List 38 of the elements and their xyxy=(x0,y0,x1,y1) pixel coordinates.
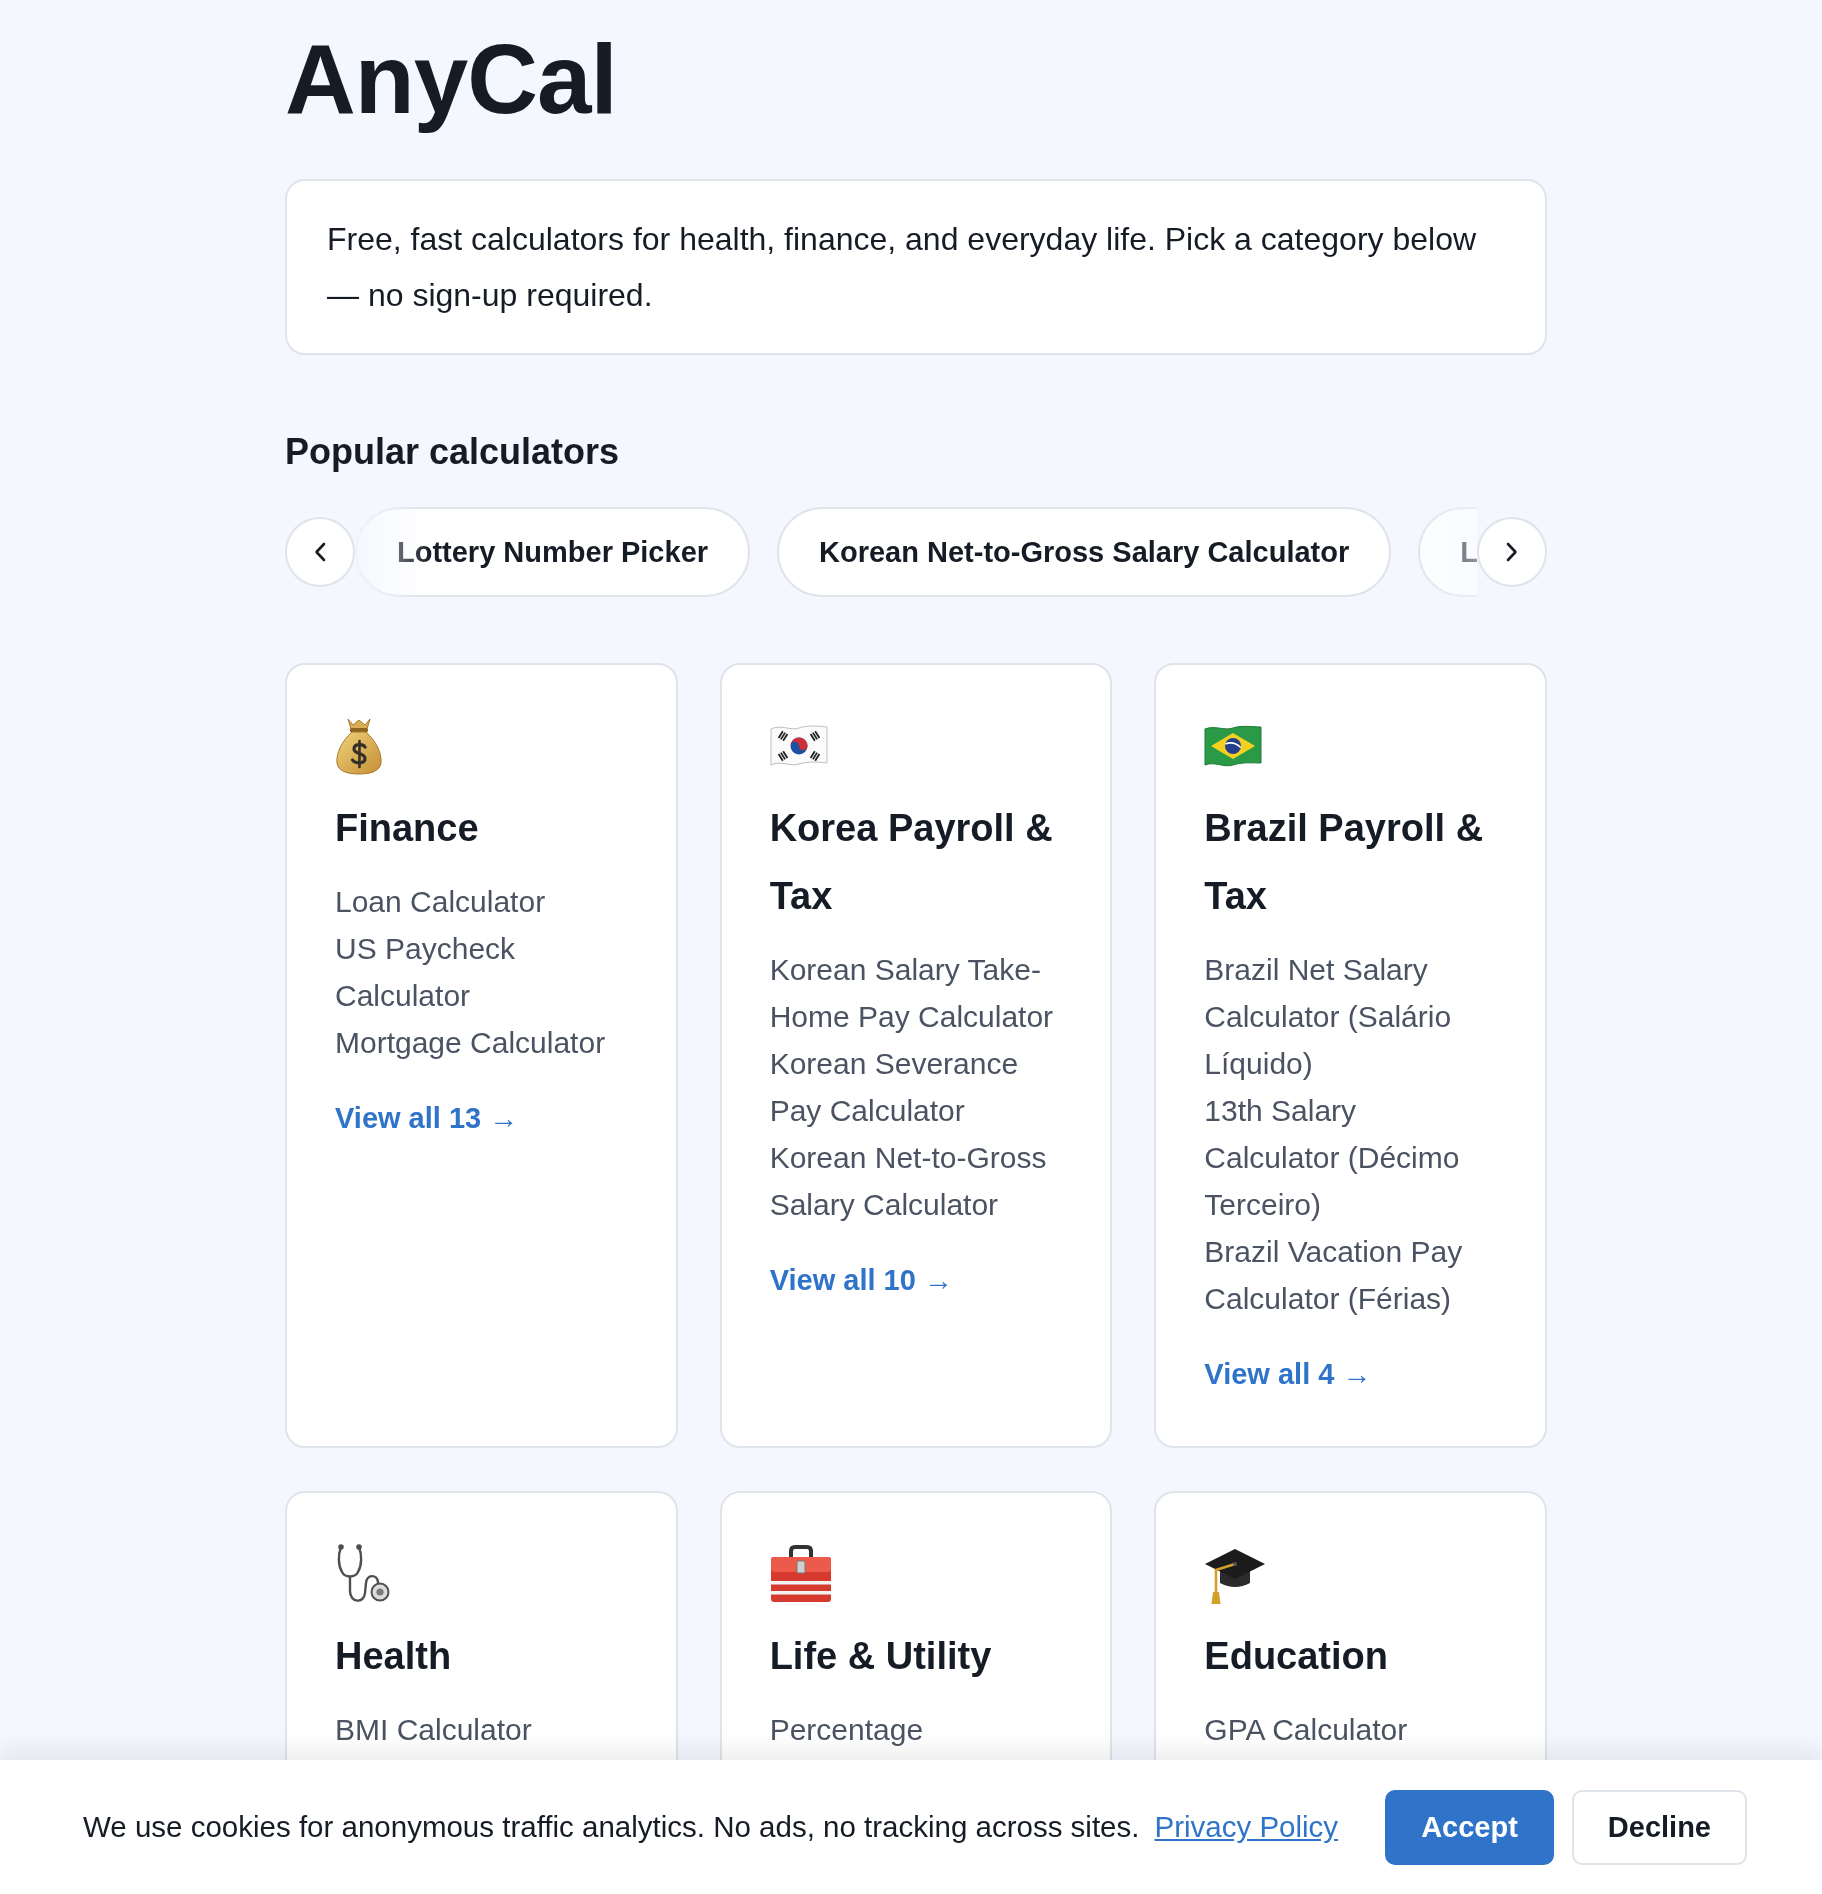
calculator-link[interactable]: Mortgage Calculator xyxy=(335,1019,606,1066)
site-title: AnyCal xyxy=(285,23,617,136)
decline-button[interactable]: Decline xyxy=(1571,1789,1747,1865)
calculator-link[interactable]: BMI Calculator xyxy=(335,1706,532,1753)
view-all-link[interactable]: View all 10 → xyxy=(769,1264,953,1296)
calculator-chip[interactable]: Lottery Number Picker xyxy=(355,507,751,597)
calculator-link[interactable]: GPA Calculator xyxy=(1204,1706,1408,1753)
calculator-link[interactable]: Korean Salary Take-Home Pay Calculator xyxy=(769,946,1055,1040)
intro-text: Free, fast calculators for health, finance, and everyday life. Pick a category below — no sign-up required. xyxy=(327,220,1478,315)
category-title: Finance xyxy=(335,806,479,851)
calculator-link[interactable]: Korean Net-to-Gross Salary Calculator xyxy=(769,1134,1055,1228)
calculator-link[interactable]: Percentage xyxy=(769,1706,924,1753)
korea-flag-icon xyxy=(769,724,828,768)
calculator-link[interactable]: Brazil Vacation Pay Calculator (Férias) xyxy=(1204,1228,1490,1322)
chevron-left-icon xyxy=(314,542,326,562)
category-title: Education xyxy=(1204,1634,1388,1679)
category-title: Brazil Payroll & Tax xyxy=(1204,806,1485,919)
calculator-chip[interactable]: Korean Net-to-Gross Salary Calculator xyxy=(777,507,1392,597)
view-all-link[interactable]: View all 4 → xyxy=(1204,1358,1372,1390)
category-title: Korea Payroll & Tax xyxy=(769,806,1054,919)
stethoscope-icon xyxy=(335,1543,391,1605)
calculator-link[interactable]: Korean Severance Pay Calculator xyxy=(769,1040,1055,1134)
calculator-link[interactable]: Brazil Net Salary Calculator (Salário Líquido) xyxy=(1204,946,1490,1087)
calculator-link[interactable]: US Paycheck Calculator xyxy=(335,925,620,1019)
cookie-notice-text: We use cookies for anonymous traffic analytics. No ads, no tracking across sites. xyxy=(83,1810,1140,1844)
calculator-chip[interactable]: L xyxy=(1418,507,1477,597)
view-all-link[interactable]: View all 13 → xyxy=(335,1102,519,1134)
toolbox-icon xyxy=(769,1545,832,1603)
section-heading: Popular calculators xyxy=(285,430,620,474)
category-title: Life & Utility xyxy=(769,1634,992,1679)
category-title: Health xyxy=(335,1634,452,1679)
chevron-right-icon xyxy=(1506,542,1518,562)
calculator-link[interactable]: 13th Salary Calculator (Décimo Terceiro) xyxy=(1204,1087,1490,1228)
privacy-policy-link[interactable]: Privacy Policy xyxy=(1154,1810,1339,1844)
calculator-link[interactable]: Loan Calculator xyxy=(335,878,546,925)
money-bag-icon xyxy=(335,717,383,775)
brazil-flag-icon xyxy=(1204,725,1263,767)
accept-button[interactable]: Accept xyxy=(1385,1789,1554,1865)
